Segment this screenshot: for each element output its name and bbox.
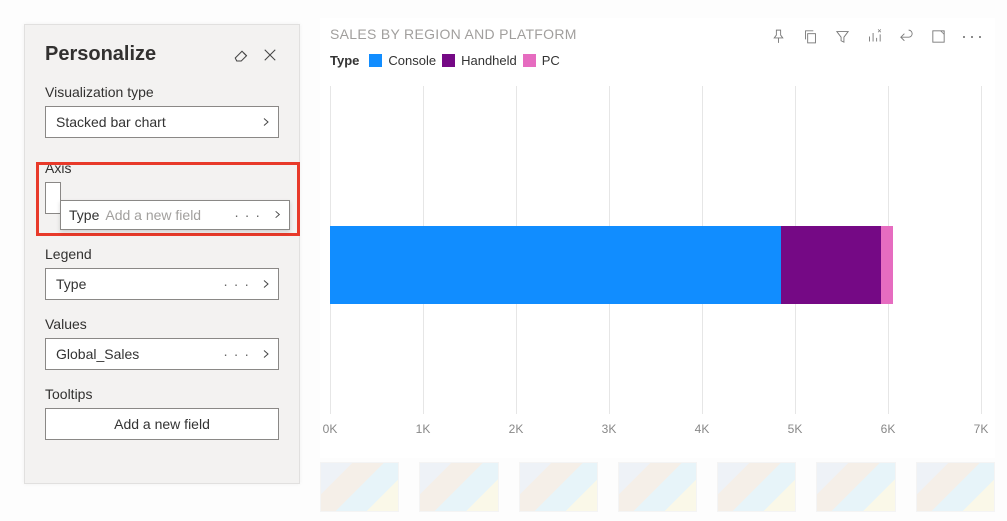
legend-swatch <box>369 54 382 67</box>
chart-plot-area: 0K1K2K3K4K5K6K7K <box>330 86 981 442</box>
background-thumbnails <box>320 462 995 512</box>
bar-segment-console[interactable] <box>330 226 781 304</box>
legend-label: Legend <box>45 246 279 262</box>
values-value: Global_Sales <box>56 346 139 362</box>
tooltips-label: Tooltips <box>45 386 279 402</box>
undo-icon[interactable] <box>897 28 915 46</box>
legend-swatch <box>442 54 455 67</box>
axis-tick-label: 4K <box>695 422 710 436</box>
axis-drag-placeholder: Add a new field <box>105 207 201 223</box>
more-options-icon[interactable]: · · · <box>223 339 250 369</box>
axis-tick-label: 7K <box>974 422 989 436</box>
axis-tick-label: 2K <box>509 422 524 436</box>
viz-type-dropdown[interactable]: Stacked bar chart <box>45 106 279 138</box>
erase-icon[interactable] <box>233 46 251 64</box>
legend-swatch <box>523 54 536 67</box>
bar-segment-pc[interactable] <box>881 226 892 304</box>
chevron-right-icon <box>260 339 272 369</box>
axis-field-empty[interactable] <box>45 182 61 214</box>
filter-icon[interactable] <box>833 28 851 46</box>
copy-icon[interactable] <box>801 28 819 46</box>
panel-title: Personalize <box>45 43 156 66</box>
focus-mode-icon[interactable] <box>929 28 947 46</box>
tooltips-add-button[interactable]: Add a new field <box>45 408 279 440</box>
legend-field[interactable]: Type · · · <box>45 268 279 300</box>
axis-tick-label: 5K <box>788 422 803 436</box>
more-options-icon[interactable]: ··· <box>961 26 985 47</box>
axis-drag-value: Type <box>69 207 99 223</box>
legend-title: Type <box>330 53 359 68</box>
pin-icon[interactable] <box>769 28 787 46</box>
axis-tick-label: 0K <box>323 422 338 436</box>
legend-item-label: PC <box>542 53 560 68</box>
chevron-right-icon <box>260 269 272 299</box>
viz-type-label: Visualization type <box>45 84 279 100</box>
visual-toolbar: ··· <box>769 26 985 47</box>
chart-title: SALES BY REGION AND PLATFORM <box>330 26 577 42</box>
axis-label: Axis <box>45 160 279 176</box>
gridline <box>981 86 982 414</box>
axis-drag-chip[interactable]: Type Add a new field · · · <box>60 200 290 230</box>
chevron-right-icon <box>260 107 272 137</box>
legend-value: Type <box>56 276 86 292</box>
personalize-panel: Personalize Visualization type Stacked b… <box>24 24 300 484</box>
legend-item-label: Handheld <box>461 53 517 68</box>
axis-tick-label: 3K <box>602 422 617 436</box>
axis-tick-label: 6K <box>881 422 896 436</box>
more-options-icon[interactable]: · · · <box>223 269 250 299</box>
close-icon[interactable] <box>261 46 279 64</box>
chart-visual: SALES BY REGION AND PLATFORM ··· Type Co… <box>320 18 995 458</box>
bar-segment-handheld[interactable] <box>781 226 881 304</box>
spotlight-icon[interactable] <box>865 28 883 46</box>
values-field[interactable]: Global_Sales · · · <box>45 338 279 370</box>
more-options-icon[interactable]: · · · <box>234 207 261 223</box>
chevron-right-icon <box>272 207 283 223</box>
chart-bar <box>330 226 981 304</box>
legend-item-label: Console <box>388 53 436 68</box>
axis-tick-label: 1K <box>416 422 431 436</box>
values-label: Values <box>45 316 279 332</box>
viz-type-value: Stacked bar chart <box>56 114 166 130</box>
chart-legend: Type Console Handheld PC <box>320 49 995 74</box>
